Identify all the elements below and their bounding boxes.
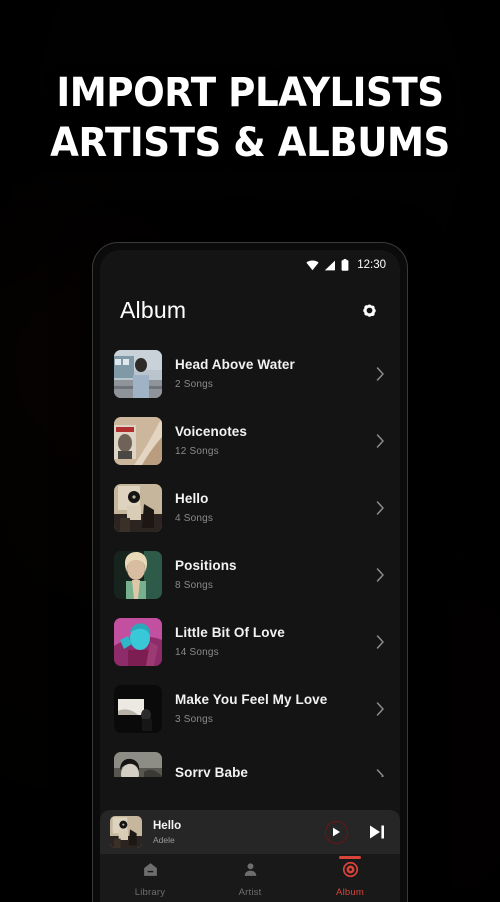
album-title: Little Bit Of Love [175, 625, 285, 640]
chevron-right-icon[interactable] [370, 634, 390, 649]
album-art-black-white-abstract [114, 684, 162, 733]
table-row[interactable]: Hello 4 Songs [114, 474, 390, 541]
promo-headline: IMPORT PLAYLISTS ARTISTS & ALBUMS [0, 68, 500, 168]
album-title: Hello [175, 491, 209, 506]
now-playing-artist: Adele [153, 834, 175, 845]
wifi-icon [306, 260, 319, 271]
status-bar-time: 12:30 [357, 259, 386, 271]
chevron-right-icon[interactable] [370, 701, 390, 716]
cellular-signal-icon [324, 260, 336, 271]
table-row[interactable]: Voicenotes 12 Songs [114, 407, 390, 474]
album-song-count: 4 Songs [175, 513, 214, 524]
album-song-count: 8 Songs [175, 580, 214, 591]
person-icon [242, 861, 259, 883]
bottom-navigation[interactable]: Library Artist Album [100, 854, 400, 902]
album-art-green-portrait [114, 550, 162, 599]
library-home-icon [142, 861, 159, 883]
phone-mockup: 12:30 Album Head Above Water 2 Songs Voi… [92, 242, 408, 902]
active-tab-indicator [339, 856, 361, 859]
table-row[interactable]: Head Above Water 2 Songs [114, 340, 390, 407]
nav-item-library[interactable]: Library [100, 854, 200, 902]
nav-item-artist[interactable]: Artist [200, 854, 300, 902]
table-row[interactable]: Make You Feel My Love 3 Songs [114, 675, 390, 742]
album-title: Head Above Water [175, 357, 295, 372]
now-playing-album-art [110, 816, 142, 848]
gear-icon[interactable] [356, 297, 382, 323]
mini-player[interactable]: Hello Adele [100, 810, 400, 854]
album-art-pink-cyan-portrait [114, 617, 162, 666]
nav-item-album[interactable]: Album [300, 854, 400, 902]
vinyl-disc-icon [342, 861, 359, 883]
app-header: Album [100, 280, 400, 340]
skip-next-icon[interactable] [369, 824, 386, 840]
chevron-right-icon[interactable] [370, 500, 390, 515]
headline-line-1: IMPORT PLAYLISTS [56, 70, 444, 116]
album-title: Sorry Babe [175, 764, 249, 778]
chevron-right-icon[interactable] [370, 433, 390, 448]
chevron-right-icon[interactable] [370, 567, 390, 582]
album-art-monochrome-portrait [114, 751, 162, 777]
chevron-right-icon[interactable] [370, 366, 390, 381]
album-list[interactable]: Head Above Water 2 Songs Voicenotes 12 S… [100, 340, 400, 777]
headline-line-2: ARTISTS & ALBUMS [50, 120, 450, 166]
battery-icon [341, 259, 349, 271]
table-row[interactable]: Positions 8 Songs [114, 541, 390, 608]
album-song-count: 12 Songs [175, 446, 219, 457]
table-row[interactable]: Little Bit Of Love 14 Songs [114, 608, 390, 675]
album-art-train-platform-person [114, 349, 162, 398]
chevron-right-icon[interactable] [370, 768, 390, 777]
album-song-count: 2 Songs [175, 379, 214, 390]
album-title: Make You Feel My Love [175, 692, 328, 707]
table-row[interactable]: Sorry Babe [114, 742, 390, 777]
album-title: Positions [175, 558, 237, 573]
play-icon[interactable] [325, 820, 348, 844]
album-art-warm-room-vinyl [114, 483, 162, 532]
album-title: Voicenotes [175, 424, 248, 439]
phone-screen: 12:30 Album Head Above Water 2 Songs Voi… [100, 250, 400, 902]
page-title: Album [120, 296, 187, 323]
album-art-magazine-portrait-cream [114, 416, 162, 465]
now-playing-title: Hello [153, 819, 182, 832]
album-song-count: 3 Songs [175, 714, 214, 725]
status-bar: 12:30 [100, 250, 400, 280]
album-song-count: 14 Songs [175, 647, 219, 658]
